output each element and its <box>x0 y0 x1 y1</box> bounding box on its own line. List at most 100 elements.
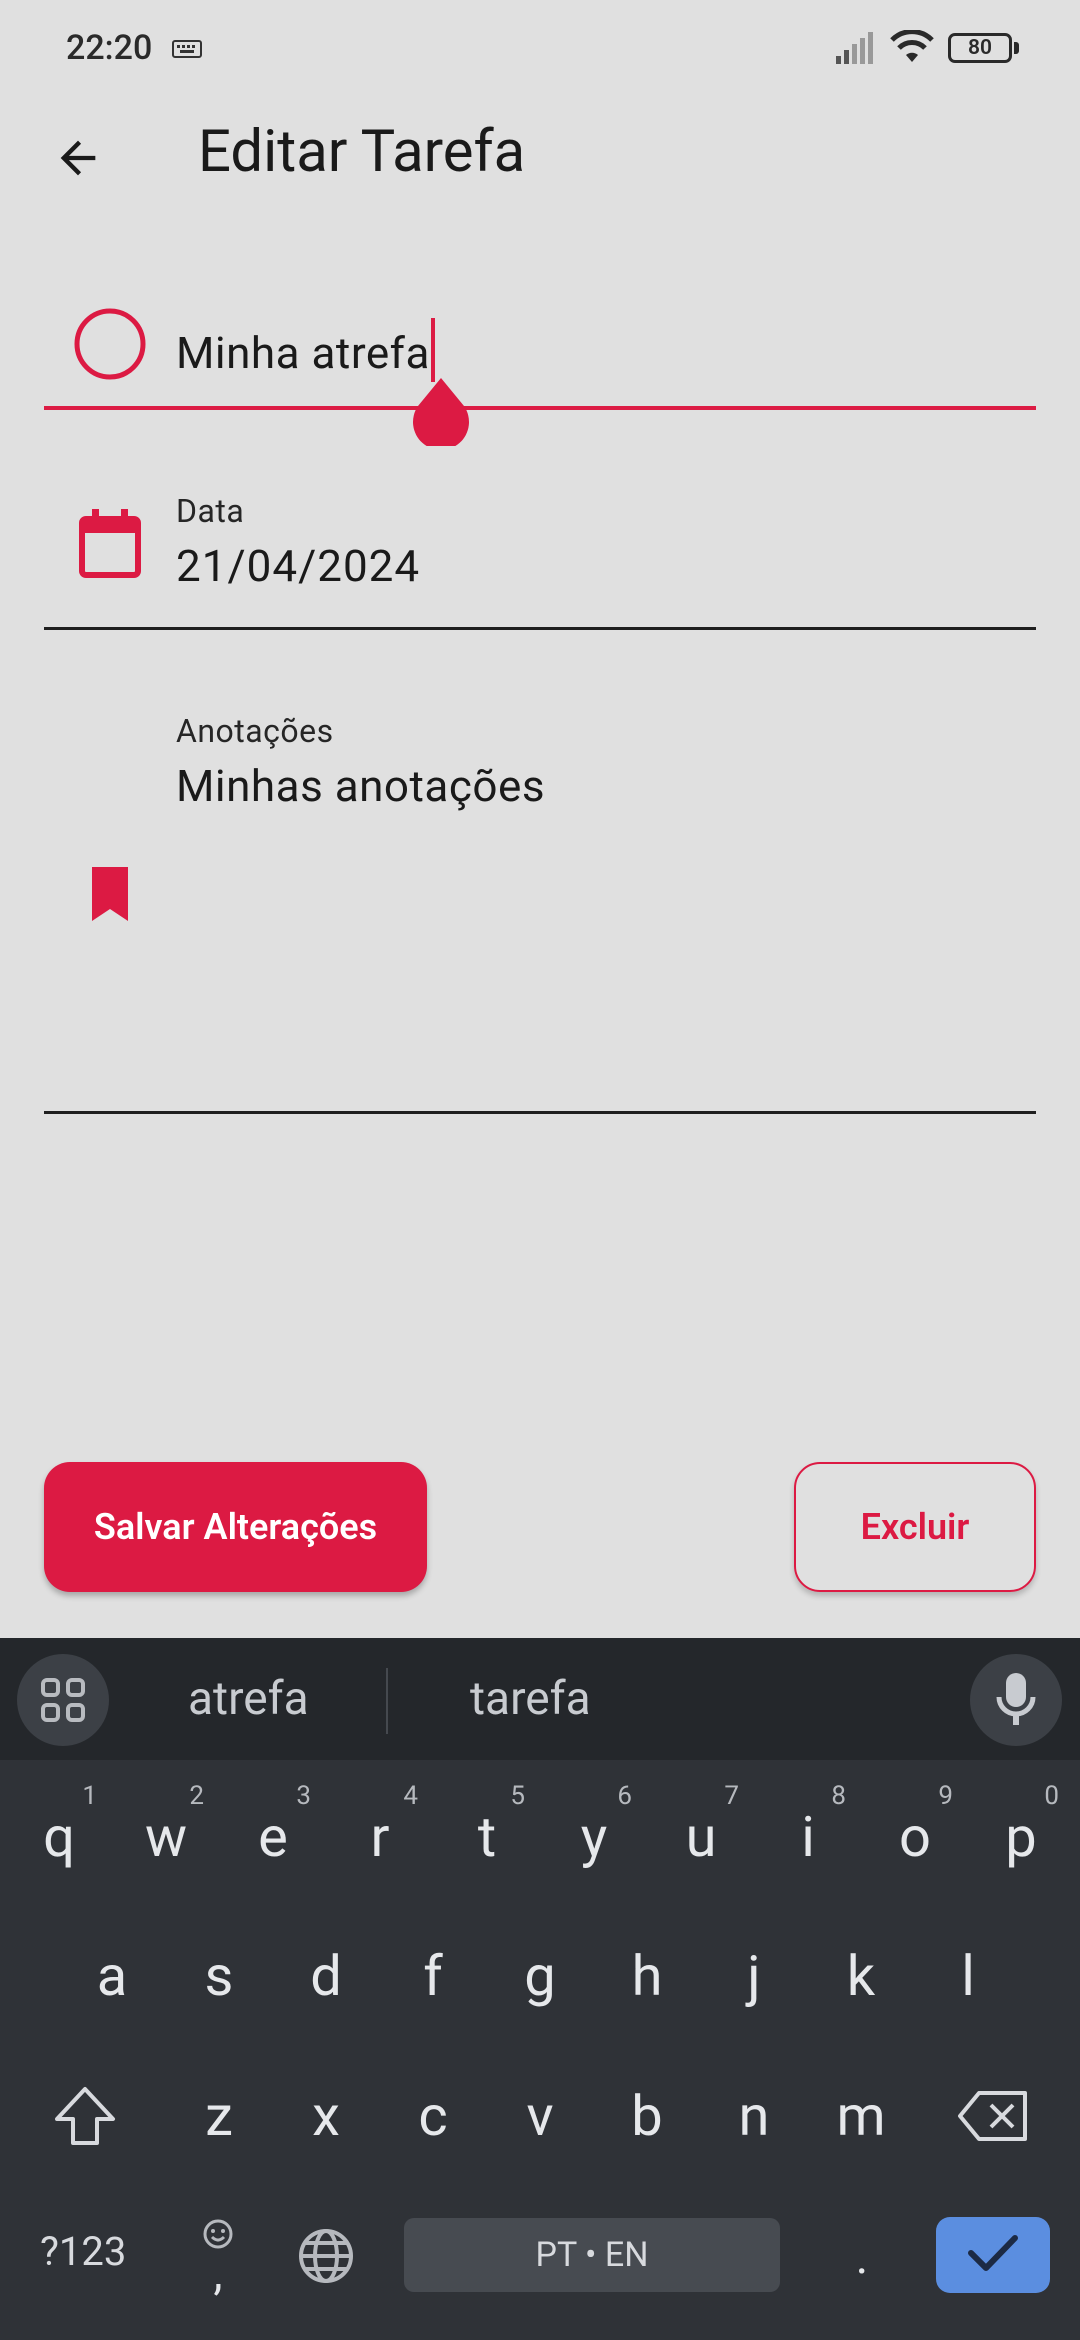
key-label: e <box>258 1804 288 1870</box>
key-label: a <box>96 1943 128 2009</box>
bookmark-icon <box>84 866 136 922</box>
key-label: t <box>477 1804 497 1870</box>
key-hint: 9 <box>938 1781 953 1811</box>
key-label: q <box>43 1804 75 1870</box>
key-hint: 1 <box>82 1781 97 1811</box>
task-name-input[interactable]: Minha atrefa <box>176 318 435 382</box>
key-t[interactable]: t5 <box>435 1777 539 1897</box>
key-s[interactable]: s <box>167 1916 271 2036</box>
delete-button[interactable]: Excluir <box>794 1462 1036 1592</box>
key-hint: 2 <box>189 1781 204 1811</box>
key-hint: 6 <box>617 1781 632 1811</box>
key-label: f <box>423 1943 443 2009</box>
period-label: . <box>855 2227 869 2285</box>
status-bar: 22:20 80 <box>0 0 1080 100</box>
key-p[interactable]: p0 <box>969 1777 1073 1897</box>
key-label: d <box>310 1943 342 2009</box>
space-key[interactable]: PT • EN <box>404 2218 780 2292</box>
key-label: i <box>801 1804 815 1870</box>
key-label: b <box>631 2083 663 2149</box>
comma-label: , <box>213 2247 223 2301</box>
key-v[interactable]: v <box>488 2056 592 2176</box>
suggestion-item[interactable]: tarefa <box>470 1672 591 1726</box>
key-label: c <box>418 2083 448 2149</box>
key-hint: 0 <box>1044 1781 1059 1811</box>
globe-icon[interactable] <box>292 2222 360 2290</box>
key-label: m <box>836 2083 886 2149</box>
key-n[interactable]: n <box>702 2056 806 2176</box>
key-i[interactable]: i8 <box>756 1777 860 1897</box>
date-label: Data <box>176 492 245 530</box>
key-b[interactable]: b <box>595 2056 699 2176</box>
key-hint: 7 <box>724 1781 739 1811</box>
key-label: l <box>961 1943 975 2009</box>
key-label: n <box>738 2083 770 2149</box>
key-j[interactable]: j <box>702 1916 806 2036</box>
date-value[interactable]: 21/04/2024 <box>176 540 420 592</box>
status-time: 22:20 <box>66 28 153 68</box>
suggestion-bar: atrefa tarefa <box>0 1638 1080 1760</box>
key-e[interactable]: e3 <box>221 1777 325 1897</box>
backspace-icon[interactable] <box>940 2056 1046 2176</box>
key-y[interactable]: y6 <box>542 1777 646 1897</box>
key-x[interactable]: x <box>274 2056 378 2176</box>
key-z[interactable]: z <box>167 2056 271 2176</box>
key-m[interactable]: m <box>809 2056 913 2176</box>
key-hint: 5 <box>510 1781 525 1811</box>
checkmark-icon <box>967 2233 1019 2277</box>
key-label: u <box>685 1804 717 1870</box>
keyboard-indicator-icon <box>172 40 202 62</box>
wifi-icon <box>890 29 934 68</box>
key-a[interactable]: a <box>60 1916 164 2036</box>
key-label: j <box>747 1943 761 2009</box>
key-label: r <box>370 1804 390 1870</box>
enter-key[interactable] <box>936 2217 1050 2293</box>
key-label: z <box>205 2083 233 2149</box>
text-cursor <box>430 318 435 382</box>
key-f[interactable]: f <box>381 1916 485 2036</box>
date-underline <box>44 627 1036 630</box>
key-d[interactable]: d <box>274 1916 378 2036</box>
radio-circle-icon[interactable] <box>72 306 148 382</box>
period-key[interactable]: . <box>832 2222 892 2290</box>
notes-underline <box>44 1111 1036 1114</box>
signal-icon <box>836 32 876 68</box>
key-hint: 8 <box>831 1781 846 1811</box>
battery-indicator: 80 <box>948 33 1012 63</box>
key-label: k <box>846 1943 876 2009</box>
key-label: o <box>899 1804 931 1870</box>
key-q[interactable]: q1 <box>7 1777 111 1897</box>
key-r[interactable]: r4 <box>328 1777 432 1897</box>
key-label: y <box>580 1804 608 1870</box>
task-name-underline <box>44 406 1036 410</box>
notes-label: Anotações <box>176 712 334 750</box>
notes-value[interactable]: Minhas anotações <box>176 760 545 812</box>
key-label: h <box>631 1943 663 2009</box>
key-hint: 3 <box>296 1781 311 1811</box>
apps-grid-icon[interactable] <box>17 1654 109 1746</box>
key-h[interactable]: h <box>595 1916 699 2036</box>
cursor-handle[interactable] <box>412 378 470 450</box>
save-changes-button[interactable]: Salvar Alterações <box>44 1462 427 1592</box>
mic-icon[interactable] <box>970 1654 1062 1746</box>
key-g[interactable]: g <box>488 1916 592 2036</box>
key-label: p <box>1005 1804 1037 1870</box>
battery-tip <box>1014 42 1019 54</box>
key-label: w <box>144 1804 188 1870</box>
key-l[interactable]: l <box>916 1916 1020 2036</box>
suggestion-divider <box>386 1668 388 1734</box>
calendar-icon <box>72 506 148 582</box>
emoji-comma-key[interactable]: , <box>186 2206 250 2306</box>
shift-icon[interactable] <box>32 2056 138 2176</box>
symbols-key[interactable]: ?123 <box>40 2228 126 2275</box>
key-k[interactable]: k <box>809 1916 913 2036</box>
task-name-value: Minha atrefa <box>176 327 430 379</box>
key-u[interactable]: u7 <box>649 1777 753 1897</box>
key-label: x <box>312 2083 340 2149</box>
key-w[interactable]: w2 <box>114 1777 218 1897</box>
suggestion-item[interactable]: atrefa <box>188 1672 309 1726</box>
page-title: Editar Tarefa <box>198 118 526 186</box>
back-arrow-icon[interactable] <box>48 128 108 188</box>
key-c[interactable]: c <box>381 2056 485 2176</box>
key-o[interactable]: o9 <box>863 1777 967 1897</box>
